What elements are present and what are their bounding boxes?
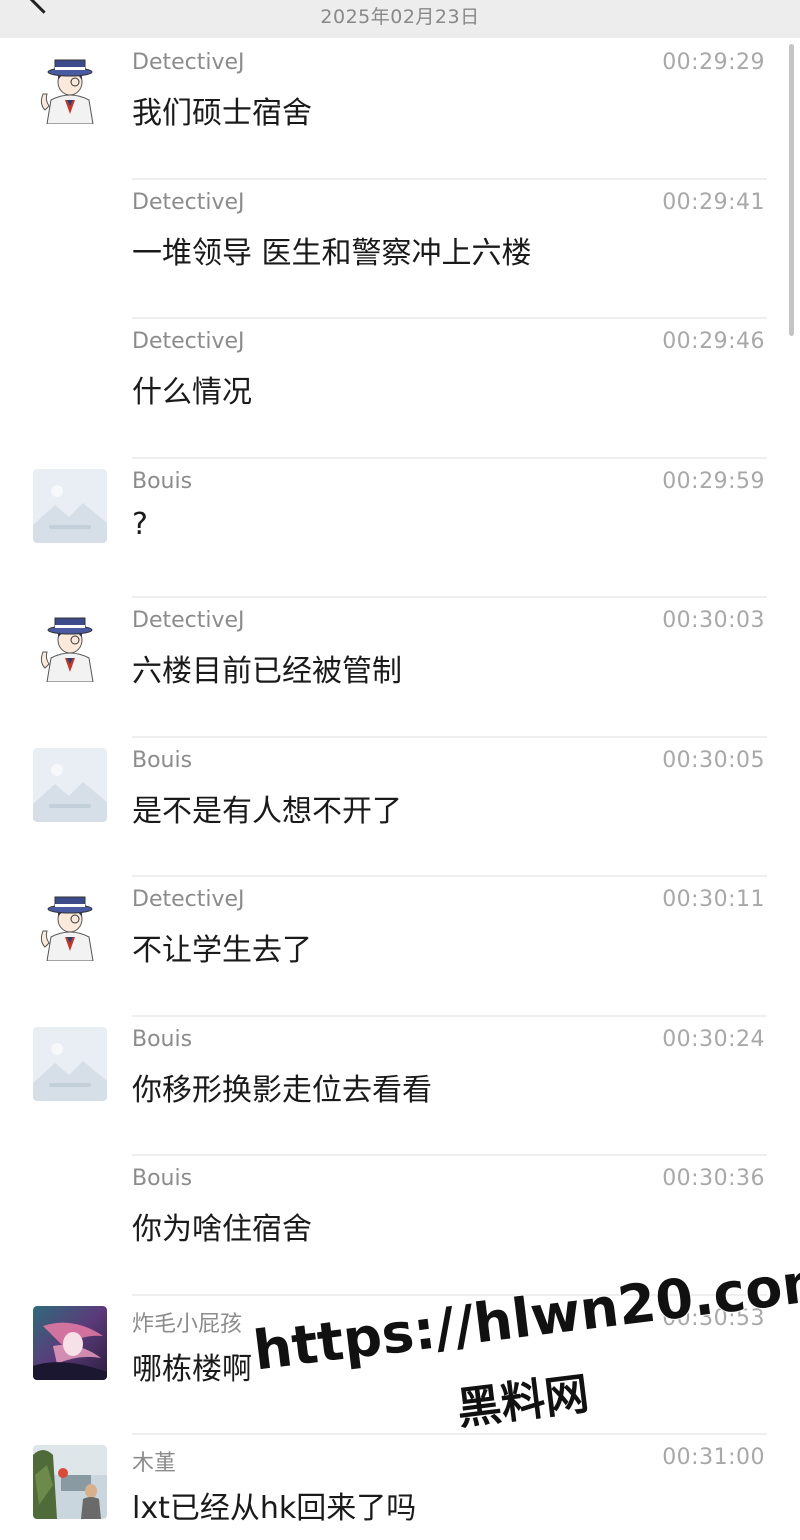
sender-name: 炸毛小屁孩 xyxy=(132,1311,243,1337)
message-time: 00:29:41 xyxy=(662,189,765,215)
avatar-detective-icon[interactable] xyxy=(33,608,107,682)
message-text[interactable]: ? xyxy=(132,507,148,542)
avatar-detective-icon[interactable] xyxy=(33,50,107,124)
message-item[interactable]: 炸毛小屁孩 00:30:53 哪栋楼啊 xyxy=(0,1296,800,1435)
header-bar: 2025年02月23日 xyxy=(0,0,800,38)
message-item[interactable]: DetectiveJ 00:30:03 六楼目前已经被管制 xyxy=(0,598,800,738)
header-date: 2025年02月23日 xyxy=(320,6,480,28)
message-list: DetectiveJ 00:29:29 我们硕士宿舍 DetectiveJ 00… xyxy=(0,40,800,1540)
message-time: 00:31:00 xyxy=(662,1445,765,1470)
message-time: 00:30:03 xyxy=(662,608,765,633)
message-time: 00:29:59 xyxy=(662,468,765,494)
message-text[interactable]: lxt已经从hk回来了吗 xyxy=(132,1483,416,1527)
sender-name: DetectiveJ xyxy=(132,608,245,633)
message-text[interactable]: 哪栋楼啊 xyxy=(132,1344,252,1388)
message-item[interactable]: Bouis 00:30:36 你为啥住宿舍 xyxy=(0,1156,800,1296)
sender-name: DetectiveJ xyxy=(132,887,245,912)
message-text[interactable]: 你移形换影走位去看看 xyxy=(132,1065,432,1109)
avatar-placeholder-icon[interactable] xyxy=(33,747,107,822)
message-item[interactable]: DetectiveJ 00:29:41 一堆领导 医生和警察冲上六楼 xyxy=(0,180,800,319)
sender-name: DetectiveJ xyxy=(132,189,245,215)
sender-name: Bouis xyxy=(132,747,193,773)
avatar-photo-icon[interactable] xyxy=(33,1445,107,1519)
message-item[interactable]: DetectiveJ 00:29:29 我们硕士宿舍 xyxy=(0,40,800,180)
message-item[interactable]: 木堇 00:31:00 lxt已经从hk回来了吗 xyxy=(0,1435,800,1540)
message-item[interactable]: Bouis 00:30:05 是不是有人想不开了 xyxy=(0,738,800,877)
message-text[interactable]: 六楼目前已经被管制 xyxy=(132,646,402,690)
message-time: 00:30:24 xyxy=(662,1026,765,1052)
sender-name: Bouis xyxy=(132,1026,193,1052)
sender-name: DetectiveJ xyxy=(132,50,245,75)
message-time: 00:30:36 xyxy=(662,1166,765,1191)
message-time: 00:29:29 xyxy=(662,50,765,75)
message-time: 00:30:53 xyxy=(662,1305,765,1331)
message-text[interactable]: 你为啥住宿舍 xyxy=(132,1204,312,1248)
avatar-placeholder-icon[interactable] xyxy=(33,1026,107,1101)
message-text[interactable]: 我们硕士宿舍 xyxy=(132,88,312,132)
sender-name: 木堇 xyxy=(132,1451,177,1476)
avatar-placeholder-icon[interactable] xyxy=(33,468,107,543)
message-item[interactable]: DetectiveJ 00:29:46 什么情况 xyxy=(0,319,800,459)
message-time: 00:30:05 xyxy=(662,747,765,773)
sender-name: Bouis xyxy=(132,1166,193,1191)
sender-name: DetectiveJ xyxy=(132,329,245,354)
message-time: 00:30:11 xyxy=(662,887,765,912)
message-item[interactable]: DetectiveJ 00:30:11 不让学生去了 xyxy=(0,877,800,1017)
message-item[interactable]: Bouis 00:29:59 ? xyxy=(0,459,800,598)
message-text[interactable]: 一堆领导 医生和警察冲上六楼 xyxy=(132,228,532,272)
chat-history-page: 2025年02月23日 DetectiveJ 00:29:29 我们硕士宿舍 D… xyxy=(0,0,800,1540)
avatar-anime-icon[interactable] xyxy=(33,1305,107,1380)
sender-name: Bouis xyxy=(132,468,193,494)
message-time: 00:29:46 xyxy=(662,329,765,354)
message-text[interactable]: 是不是有人想不开了 xyxy=(132,786,402,830)
message-item[interactable]: Bouis 00:30:24 你移形换影走位去看看 xyxy=(0,1017,800,1156)
avatar-detective-icon[interactable] xyxy=(33,887,107,961)
message-text[interactable]: 什么情况 xyxy=(132,367,252,411)
message-text[interactable]: 不让学生去了 xyxy=(132,925,312,969)
